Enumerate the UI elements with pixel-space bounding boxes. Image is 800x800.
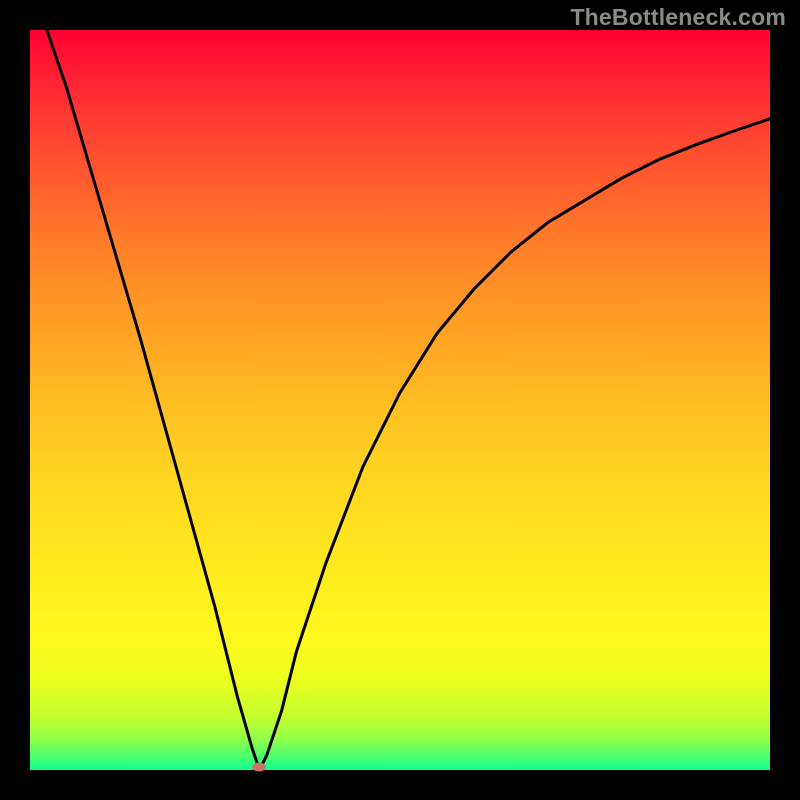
bottleneck-curve [30, 30, 770, 770]
chart-frame: TheBottleneck.com [0, 0, 800, 800]
watermark-text: TheBottleneck.com [570, 4, 786, 31]
minimum-marker [252, 763, 266, 772]
plot-area [30, 30, 770, 770]
